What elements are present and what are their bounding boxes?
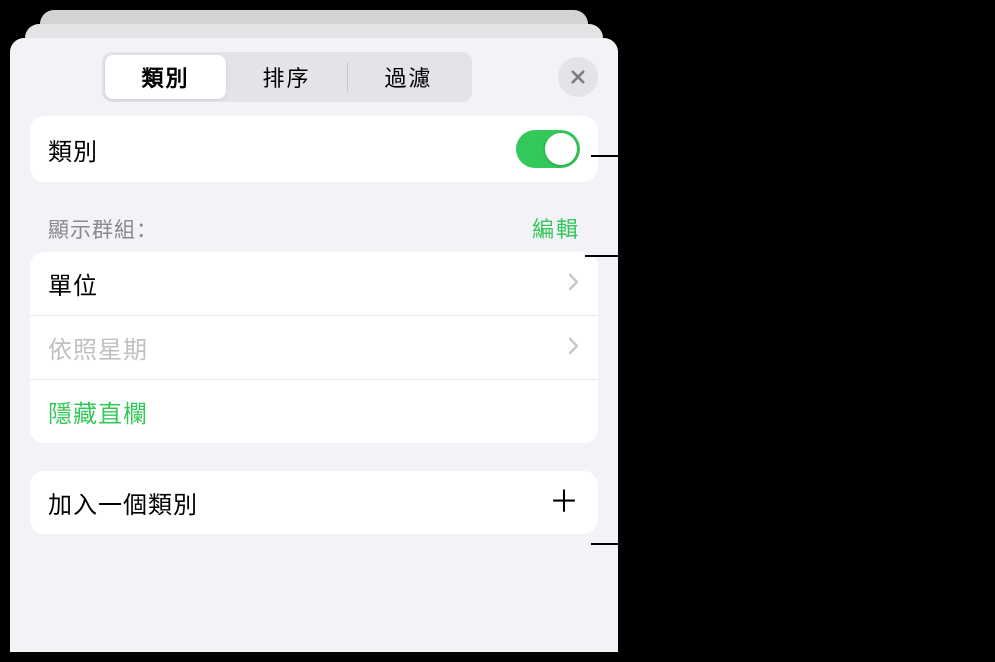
category-sheet: 類別 排序 過濾 類別 顯示群組： xyxy=(10,38,618,652)
annotation-text: 開啟或關閉類別。 xyxy=(635,143,827,169)
group-item-label: 依照星期 xyxy=(48,330,148,365)
leader-line xyxy=(585,255,633,257)
annotation-add: 若要加入類別或子類別， 請點一下「加入一個類別」 來選擇來源欄。 xyxy=(635,526,923,636)
annotation-edit: 若要刪除或重新排列類別， 請點一下「編輯」。 xyxy=(635,238,923,312)
group-item-unit[interactable]: 單位 xyxy=(30,252,598,315)
leader-line xyxy=(591,543,633,545)
annotation-text: 若要加入類別或子類別， xyxy=(635,531,899,557)
tab-sort[interactable]: 排序 xyxy=(226,55,347,99)
tab-categories[interactable]: 類別 xyxy=(105,55,226,99)
segmented-control-wrap: 類別 排序 過濾 xyxy=(30,52,544,102)
add-category-row[interactable]: 加入一個類別 ＋ xyxy=(30,471,598,534)
groups-section-header: 顯示群組： 編輯 xyxy=(30,182,598,252)
category-toggle[interactable] xyxy=(516,130,580,168)
annotation-toggle: 開啟或關閉類別。 xyxy=(635,138,827,175)
group-item-by-weekday[interactable]: 依照星期 xyxy=(30,315,598,379)
annotation-text: 請點一下「編輯」。 xyxy=(635,280,840,306)
groups-card: 單位 依照星期 隱藏直欄 xyxy=(30,252,598,443)
sheet-header: 類別 排序 過濾 xyxy=(10,38,618,116)
annotation-text: 請點一下「加入一個類別」 xyxy=(635,568,923,594)
group-item-label: 單位 xyxy=(48,266,98,301)
category-toggle-row[interactable]: 類別 xyxy=(30,116,598,182)
close-button[interactable] xyxy=(558,57,598,97)
category-toggle-label: 類別 xyxy=(48,132,98,167)
sheet-stack: 類別 排序 過濾 類別 顯示群組： xyxy=(10,10,618,652)
annotation-text: 來選擇來源欄。 xyxy=(635,605,803,631)
plus-icon: ＋ xyxy=(549,488,580,518)
segmented-control[interactable]: 類別 排序 過濾 xyxy=(102,52,472,102)
close-icon xyxy=(569,68,587,86)
toggle-knob xyxy=(545,133,577,165)
category-toggle-card: 類別 xyxy=(30,116,598,182)
add-category-label: 加入一個類別 xyxy=(48,485,198,520)
add-category-card: 加入一個類別 ＋ xyxy=(30,471,598,534)
leader-line xyxy=(591,155,633,157)
sheet-content: 類別 顯示群組： 編輯 單位 依照星期 xyxy=(10,116,618,534)
groups-section-label: 顯示群組： xyxy=(48,214,158,244)
chevron-right-icon xyxy=(568,271,580,297)
hide-column-label: 隱藏直欄 xyxy=(48,394,148,429)
hide-column-row[interactable]: 隱藏直欄 xyxy=(30,379,598,443)
chevron-right-icon xyxy=(568,335,580,361)
annotation-text: 若要刪除或重新排列類別， xyxy=(635,243,923,269)
tab-filter[interactable]: 過濾 xyxy=(348,55,469,99)
edit-button[interactable]: 編輯 xyxy=(532,212,580,244)
